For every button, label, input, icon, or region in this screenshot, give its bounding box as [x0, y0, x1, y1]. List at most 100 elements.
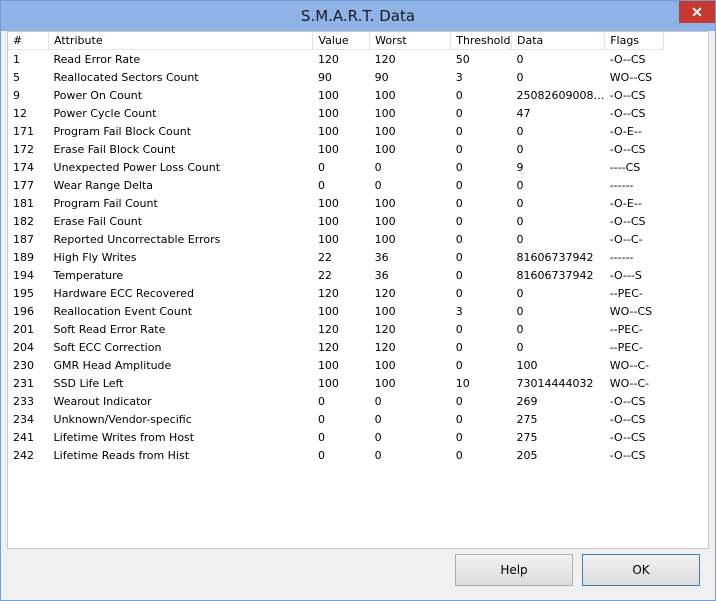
- column-header-threshold[interactable]: Threshold: [450, 32, 512, 50]
- cell-num: 241: [13, 430, 34, 444]
- table-header: # Attribute Value Worst Threshold Data Flags: [8, 32, 664, 50]
- column-header-worst[interactable]: Worst: [369, 32, 452, 50]
- column-header-value[interactable]: Value: [312, 32, 371, 50]
- cell-flags: WO--CS: [609, 70, 653, 84]
- table-row[interactable]: 196 Reallocation Event Count 100 100 3 0 WO--C…: [8, 302, 664, 320]
- cell-threshold: 0: [455, 430, 463, 444]
- cell-threshold: 0: [455, 178, 463, 192]
- cell-flags: -O--CS: [609, 214, 646, 228]
- table-row[interactable]: 195 Hardware ECC Recovered 120 120 0 0 --PEC-: [8, 284, 664, 302]
- cell-num: 230: [13, 358, 34, 372]
- table-row[interactable]: 242 Lifetime Reads from Hist 0 0 0 205 -O--CS: [8, 446, 664, 464]
- table-row[interactable]: 201 Soft Read Error Rate 120 120 0 0 --PEC-: [8, 320, 664, 338]
- cell-num: 9: [13, 88, 20, 102]
- smart-table: # Attribute Value Worst Threshold Data Flags 1…: [8, 32, 664, 464]
- cell-value: 100: [317, 232, 339, 246]
- column-header-num[interactable]: #: [8, 32, 50, 50]
- table-row[interactable]: 9 Power On Count 100 100 0 250826090086... -O-…: [8, 86, 664, 104]
- cell-threshold: 0: [455, 250, 463, 264]
- table-row[interactable]: 187 Reported Uncorrectable Errors 100 100 0 0…: [8, 230, 664, 248]
- table-row[interactable]: 12 Power Cycle Count 100 100 0 47 -O--CS: [8, 104, 664, 122]
- table-row[interactable]: 177 Wear Range Delta 0 0 0 0 ------: [8, 176, 664, 194]
- table-row[interactable]: 230 GMR Head Amplitude 100 100 0 100 WO--C-: [8, 356, 664, 374]
- cell-value: 100: [317, 196, 339, 210]
- cell-worst: 90: [374, 70, 389, 84]
- cell-data: 0: [516, 178, 524, 192]
- cell-flags: WO--CS: [609, 304, 653, 318]
- table-row[interactable]: 5 Reallocated Sectors Count 90 90 3 0 WO--CS: [8, 68, 664, 86]
- cell-threshold: 0: [455, 358, 463, 372]
- cell-attribute: Soft ECC Correction: [53, 340, 162, 354]
- help-button[interactable]: Help: [455, 554, 573, 586]
- cell-num: 189: [13, 250, 34, 264]
- cell-data: 0: [516, 304, 524, 318]
- cell-worst: 100: [374, 124, 396, 138]
- table-row[interactable]: 189 High Fly Writes 22 36 0 81606737942 ------: [8, 248, 664, 266]
- cell-threshold: 0: [455, 124, 463, 138]
- cell-num: 5: [13, 70, 20, 84]
- table-row[interactable]: 174 Unexpected Power Loss Count 0 0 0 9 ----CS: [8, 158, 664, 176]
- smart-attributes-list[interactable]: # Attribute Value Worst Threshold Data Flags 1…: [7, 31, 709, 549]
- cell-worst: 0: [374, 448, 382, 462]
- cell-num: 181: [13, 196, 34, 210]
- table-row[interactable]: 194 Temperature 22 36 0 81606737942 -O---S: [8, 266, 664, 284]
- cell-attribute: Wear Range Delta: [53, 178, 153, 192]
- cell-worst: 100: [374, 196, 396, 210]
- cell-worst: 100: [374, 106, 396, 120]
- cell-threshold: 50: [455, 52, 470, 66]
- cell-threshold: 0: [455, 394, 463, 408]
- cell-threshold: 0: [455, 160, 463, 174]
- cell-num: 12: [13, 106, 27, 120]
- cell-worst: 100: [374, 88, 396, 102]
- close-button[interactable]: ✕: [679, 1, 715, 23]
- table-body: 1 Read Error Rate 120 120 50 0 -O--CS 5 Realloca…: [8, 50, 664, 465]
- table-row[interactable]: 241 Lifetime Writes from Host 0 0 0 275 -O--CS: [8, 428, 664, 446]
- cell-num: 242: [13, 448, 34, 462]
- cell-num: 196: [13, 304, 34, 318]
- table-row[interactable]: 204 Soft ECC Correction 120 120 0 0 --PEC-: [8, 338, 664, 356]
- cell-value: 100: [317, 106, 339, 120]
- table-row[interactable]: 181 Program Fail Count 100 100 0 0 -O-E--: [8, 194, 664, 212]
- cell-worst: 120: [374, 52, 396, 66]
- cell-value: 0: [317, 178, 325, 192]
- table-row[interactable]: 171 Program Fail Block Count 100 100 0 0 -O-E-…: [8, 122, 664, 140]
- cell-threshold: 0: [455, 340, 463, 354]
- cell-num: 182: [13, 214, 34, 228]
- cell-flags: -O--CS: [609, 412, 646, 426]
- cell-worst: 100: [374, 376, 396, 390]
- cell-attribute: Reallocated Sectors Count: [53, 70, 199, 84]
- cell-flags: -O---S: [609, 268, 642, 282]
- cell-flags: -O-E--: [609, 124, 642, 138]
- cell-data: 0: [516, 142, 524, 156]
- cell-flags: WO--C-: [609, 376, 650, 390]
- cell-threshold: 0: [455, 322, 463, 336]
- table-row[interactable]: 1 Read Error Rate 120 120 50 0 -O--CS: [8, 50, 664, 69]
- cell-value: 0: [317, 430, 325, 444]
- ok-button[interactable]: OK: [582, 554, 700, 586]
- cell-value: 120: [317, 340, 339, 354]
- cell-value: 0: [317, 448, 325, 462]
- column-header-attribute[interactable]: Attribute: [48, 32, 314, 50]
- cell-value: 100: [317, 214, 339, 228]
- cell-flags: -O-E--: [609, 196, 642, 210]
- dialog-footer: Help OK: [1, 549, 715, 600]
- cell-data: 0: [516, 196, 524, 210]
- column-header-flags[interactable]: Flags: [604, 32, 664, 50]
- cell-data: 269: [516, 394, 538, 408]
- column-header-data[interactable]: Data: [511, 32, 606, 50]
- table-row[interactable]: 231 SSD Life Left 100 100 10 73014444032 WO--C…: [8, 374, 664, 392]
- table-row[interactable]: 182 Erase Fail Count 100 100 0 0 -O--CS: [8, 212, 664, 230]
- smart-data-window: S.M.A.R.T. Data ✕ # Attribute Value Worst Th…: [0, 0, 716, 601]
- table-row[interactable]: 172 Erase Fail Block Count 100 100 0 0 -O--CS: [8, 140, 664, 158]
- cell-num: 1: [13, 52, 20, 66]
- cell-threshold: 0: [455, 412, 463, 426]
- cell-attribute: GMR Head Amplitude: [53, 358, 172, 372]
- table-row[interactable]: 233 Wearout Indicator 0 0 0 269 -O--CS: [8, 392, 664, 410]
- cell-threshold: 0: [455, 196, 463, 210]
- cell-value: 0: [317, 160, 325, 174]
- table-row[interactable]: 234 Unknown/Vendor-specific 0 0 0 275 -O--CS: [8, 410, 664, 428]
- cell-worst: 100: [374, 232, 396, 246]
- cell-attribute: Unknown/Vendor-specific: [53, 412, 192, 426]
- cell-data: 47: [516, 106, 531, 120]
- cell-data: 0: [516, 232, 524, 246]
